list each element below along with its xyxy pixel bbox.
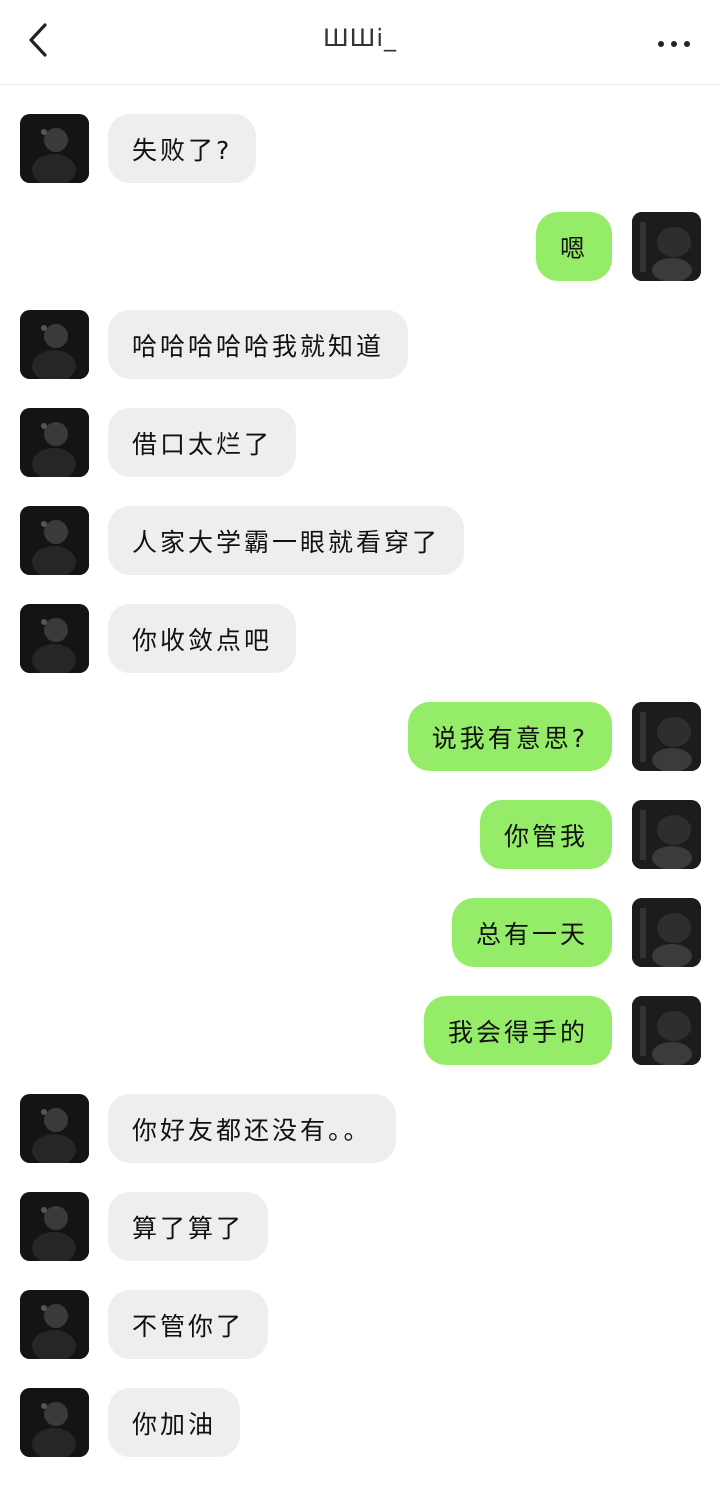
message-bubble[interactable]: 哈哈哈哈哈我就知道 <box>108 310 409 379</box>
more-options-button[interactable] <box>652 28 696 56</box>
self-avatar[interactable] <box>632 898 701 967</box>
self-avatar[interactable] <box>632 800 701 869</box>
message-bubble[interactable]: 说我有意思? <box>407 702 612 771</box>
self-avatar[interactable] <box>632 996 701 1065</box>
contact-avatar[interactable] <box>20 1094 89 1163</box>
message-bubble[interactable]: 失败了? <box>108 114 257 183</box>
chat-title: ШШі_ <box>323 24 397 52</box>
contact-avatar[interactable] <box>20 1388 89 1457</box>
contact-avatar[interactable] <box>20 604 89 673</box>
message-row: 哈哈哈哈哈我就知道 <box>0 310 720 380</box>
message-bubble[interactable]: 你好友都还没有。。 <box>108 1094 396 1163</box>
message-bubble[interactable]: 不管你了 <box>108 1290 269 1359</box>
message-bubble[interactable]: 你管我 <box>479 800 612 869</box>
message-bubble[interactable]: 人家大学霸一眼就看穿了 <box>108 506 465 575</box>
message-row: 人家大学霸一眼就看穿了 <box>0 506 720 576</box>
message-row: 你加油 <box>0 1388 720 1458</box>
message-bubble[interactable]: 总有一天 <box>451 898 612 967</box>
more-dots-icon <box>657 33 691 52</box>
self-avatar[interactable] <box>632 212 701 281</box>
message-bubble[interactable]: 借口太烂了 <box>108 408 297 477</box>
contact-avatar[interactable] <box>20 114 89 183</box>
message-bubble[interactable]: 算了算了 <box>108 1192 269 1261</box>
contact-avatar[interactable] <box>20 1290 89 1359</box>
message-row: 你收敛点吧 <box>0 604 720 674</box>
chat-header: ШШі_ <box>0 0 720 85</box>
message-row: 算了算了 <box>0 1192 720 1262</box>
contact-avatar[interactable] <box>20 506 89 575</box>
contact-avatar[interactable] <box>20 310 89 379</box>
message-row: 不管你了 <box>0 1290 720 1360</box>
self-avatar[interactable] <box>632 702 701 771</box>
contact-avatar[interactable] <box>20 408 89 477</box>
message-bubble[interactable]: 你收敛点吧 <box>108 604 297 673</box>
message-bubble[interactable]: 你加油 <box>108 1388 241 1457</box>
message-row: 我会得手的 <box>0 996 720 1066</box>
message-row: 你管我 <box>0 800 720 870</box>
message-bubble[interactable]: 我会得手的 <box>423 996 612 1065</box>
message-row: 借口太烂了 <box>0 408 720 478</box>
message-row: 说我有意思? <box>0 702 720 772</box>
contact-avatar[interactable] <box>20 1192 89 1261</box>
message-row: 你好友都还没有。。 <box>0 1094 720 1164</box>
message-row: 失败了? <box>0 114 720 184</box>
message-row: 嗯 <box>0 212 720 282</box>
message-bubble[interactable]: 嗯 <box>535 212 612 281</box>
message-row: 总有一天 <box>0 898 720 968</box>
